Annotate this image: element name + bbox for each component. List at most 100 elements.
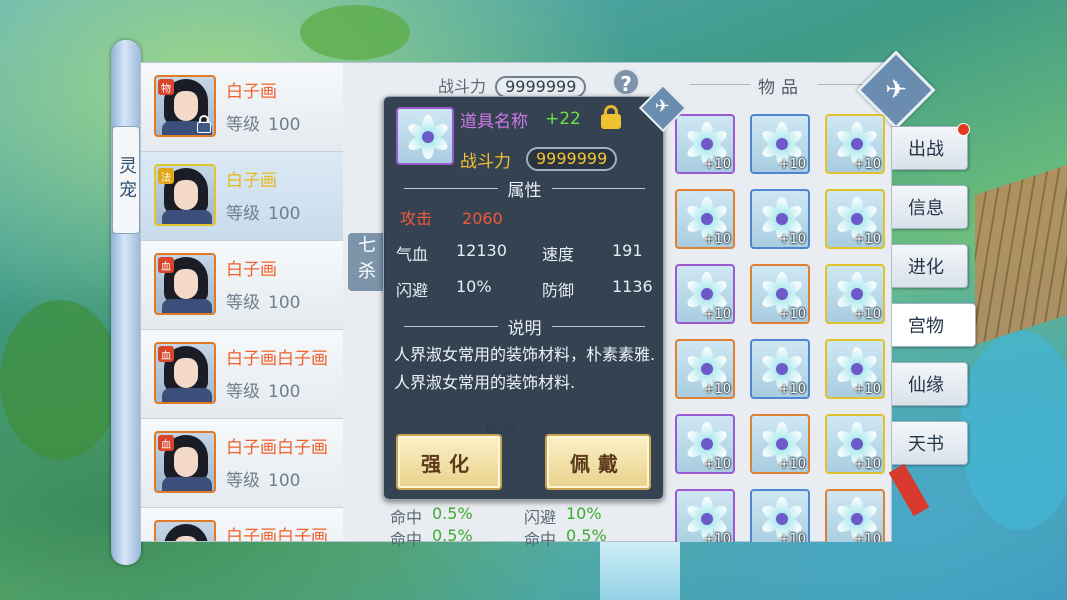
item-slot[interactable]: +10 <box>675 189 735 249</box>
skill-tag[interactable]: 七 杀 <box>348 233 386 291</box>
item-enhance-level: +22 <box>545 109 581 129</box>
skill-tag-char: 七 <box>358 235 376 256</box>
pet-avatar <box>154 520 216 541</box>
dodge-value: 10% <box>456 277 492 296</box>
item-enhance-level: +10 <box>778 157 806 172</box>
pet-type-badge: 法 <box>158 168 174 184</box>
item-grid[interactable]: +10 +10 +10 +10 +10 +10 +10 +10 +10 +10 +10 +10 +10 +… <box>675 114 890 542</box>
item-enhance-level: +10 <box>778 532 806 542</box>
pet-avatar: 法 <box>154 164 216 226</box>
pet-type-badge: 血 <box>158 257 174 273</box>
item-slot[interactable]: +10 <box>750 414 810 474</box>
item-name: 道具名称 <box>460 112 528 132</box>
pet-name: 白子画 <box>226 171 277 191</box>
item-slot[interactable]: +10 <box>825 489 885 542</box>
total-power-label: 战斗力 <box>438 77 487 96</box>
pet-level-label: 等级 <box>226 382 260 402</box>
desc-section-label: 说明 <box>507 318 542 339</box>
help-button[interactable]: ? <box>612 68 640 96</box>
pet-name: 白子画白子画 <box>226 438 328 458</box>
side-tab-label: 天书 <box>908 434 944 455</box>
side-tab[interactable]: 仙缘 <box>892 362 968 406</box>
pet-level: 等级 100 <box>226 110 300 135</box>
pet-list-item[interactable]: 白子画白子画 <box>141 508 343 541</box>
item-enhance-level: +10 <box>853 532 881 542</box>
item-enhance-level: +10 <box>703 232 731 247</box>
item-slot[interactable]: +10 <box>825 339 885 399</box>
item-slot[interactable]: +10 <box>675 489 735 542</box>
enhance-button[interactable]: 强化 <box>396 434 502 490</box>
desc-section-header: 说明 <box>404 315 645 339</box>
item-slot[interactable]: +10 <box>750 339 810 399</box>
item-slot[interactable]: +10 <box>825 114 885 174</box>
pet-name: 白子画 <box>226 82 277 102</box>
pet-level-value: 100 <box>268 382 301 402</box>
item-power-value: 9999999 <box>526 147 618 171</box>
side-tab-label: 出战 <box>908 139 944 160</box>
item-slot[interactable]: +10 <box>675 414 735 474</box>
item-slot[interactable]: +10 <box>750 489 810 542</box>
item-enhance-level: +10 <box>853 457 881 472</box>
ribbon-decoration <box>888 463 930 517</box>
pet-list-item[interactable]: 血 白子画白子画 等级 100 <box>141 330 343 419</box>
stat-value: 0.5% <box>566 526 607 545</box>
pet-level-label: 等级 <box>226 293 260 313</box>
foliage-decoration <box>0 300 120 460</box>
item-slot[interactable]: +10 <box>675 114 735 174</box>
item-enhance-level: +10 <box>703 157 731 172</box>
pet-level-value: 100 <box>268 293 301 313</box>
stat-row: 命中 0.5% 命中 0.5% <box>390 526 658 549</box>
item-slot[interactable]: +10 <box>825 189 885 249</box>
lock-icon[interactable] <box>600 105 622 129</box>
pet-list[interactable]: 物白子画 等级 100 法白子画 等级 100 血白子画 等级 100 血白子画白子画 等级 100 血… <box>141 63 343 541</box>
item-enhance-level: +10 <box>853 382 881 397</box>
item-slot[interactable]: +10 <box>750 114 810 174</box>
attr-section-label: 属性 <box>507 180 542 201</box>
item-enhance-level: +10 <box>853 307 881 322</box>
item-slot[interactable]: +10 <box>750 189 810 249</box>
item-description: 人界淑女常用的装饰材料，朴素素雅.人界淑女常用的装饰材料. <box>394 345 656 392</box>
item-icon <box>396 107 454 165</box>
item-slot[interactable]: +10 <box>675 264 735 324</box>
stat-value: 0.5% <box>432 504 473 523</box>
item-enhance-level: +10 <box>703 532 731 542</box>
total-power-value: 9999999 <box>495 76 587 98</box>
pet-level: 等级 100 <box>226 199 300 224</box>
pet-avatar: 血 <box>154 431 216 493</box>
notification-dot <box>957 123 970 136</box>
side-tab[interactable]: 宫物 <box>892 303 976 347</box>
item-slot[interactable]: +10 <box>825 414 885 474</box>
dodge-label: 闪避 <box>396 281 429 300</box>
side-tab[interactable]: 天书 <box>892 421 968 465</box>
lotus-icon <box>405 115 451 159</box>
pet-level: 等级 100 <box>226 288 300 313</box>
side-tab[interactable]: 出战 <box>892 123 970 170</box>
stat-row: 命中 0.5% 闪避 10% <box>390 504 658 527</box>
pet-type-badge: 物 <box>158 79 174 95</box>
item-enhance-level: +10 <box>778 307 806 322</box>
item-power-label: 战斗力 <box>460 152 511 172</box>
tab-pets[interactable]: 灵宠 <box>112 126 140 234</box>
pet-list-item[interactable]: 血 白子画 等级 100 <box>141 241 343 330</box>
pet-level-label: 等级 <box>226 471 260 491</box>
attr-section-header: 属性 <box>404 177 645 201</box>
pet-type-badge: 血 <box>158 346 174 362</box>
side-tab[interactable]: 进化 <box>892 244 968 288</box>
pet-list-item[interactable]: 物 白子画等级 100 <box>141 63 343 152</box>
pet-level-value: 100 <box>268 204 301 224</box>
pet-list-item[interactable]: 血 白子画白子画 等级 100 <box>141 419 343 508</box>
side-tab[interactable]: 信息 <box>892 185 968 229</box>
lily-pad-decoration <box>300 5 410 60</box>
pet-list-item[interactable]: 法 白子画等级 100 <box>141 152 343 241</box>
stat-value: 0.5% <box>432 526 473 545</box>
wear-button[interactable]: 佩戴 <box>545 434 651 490</box>
stat-value: 10% <box>566 504 602 523</box>
speed-label: 速度 <box>542 245 575 264</box>
attack-label: 攻击 <box>400 209 433 228</box>
item-enhance-level: +10 <box>853 157 881 172</box>
item-enhance-level: +10 <box>778 457 806 472</box>
item-slot[interactable]: +10 <box>750 264 810 324</box>
item-slot[interactable]: +10 <box>825 264 885 324</box>
stat-label: 命中 <box>524 530 557 549</box>
item-slot[interactable]: +10 <box>675 339 735 399</box>
